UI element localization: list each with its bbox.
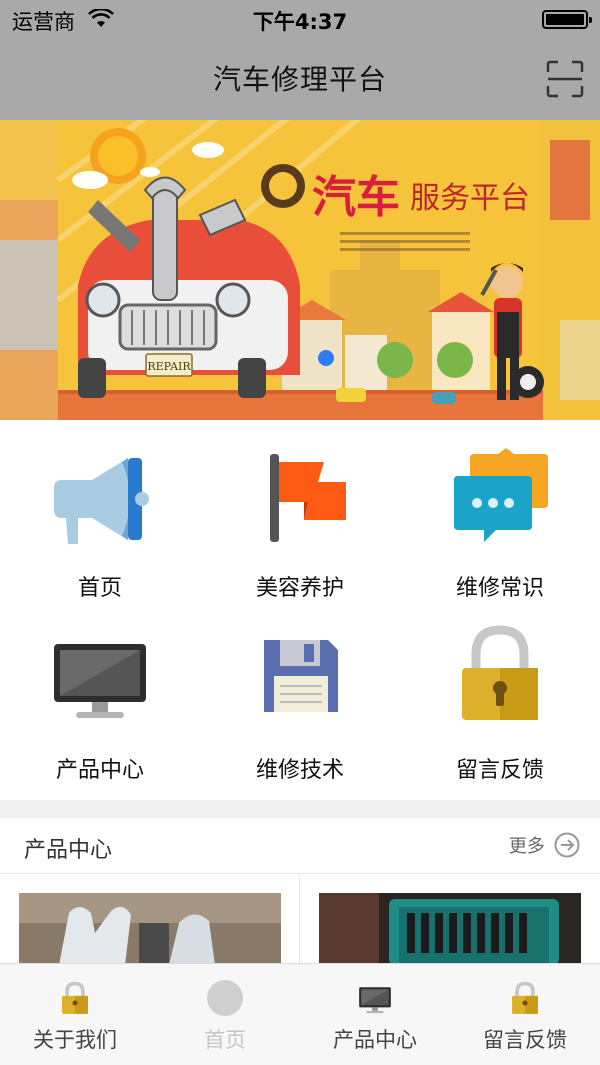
more-link[interactable]: 更多 bbox=[509, 832, 580, 860]
arrow-circle-right-icon bbox=[554, 832, 580, 858]
menu-label: 留言反馈 bbox=[455, 758, 544, 783]
menu-item-repair-tech[interactable]: 维修技术 bbox=[200, 610, 400, 800]
banner-carousel[interactable]: REPAIR 汽车 服务平台 bbox=[0, 120, 600, 420]
menu-item-feedback[interactable]: 留言反馈 bbox=[400, 610, 600, 800]
banner-brand-small: 服务平台 bbox=[410, 181, 530, 216]
product-image bbox=[319, 893, 581, 965]
banner-image: REPAIR 汽车 服务平台 bbox=[0, 120, 600, 420]
tab-label: 首页 bbox=[204, 1028, 246, 1052]
megaphone-icon bbox=[54, 458, 149, 544]
product-list bbox=[0, 875, 600, 965]
monitor-icon bbox=[359, 987, 391, 1014]
page-title: 汽车修理平台 bbox=[212, 63, 387, 96]
top-bar: 运营商 下午4:37 汽车修理平台 bbox=[0, 0, 600, 120]
menu-label: 美容养护 bbox=[255, 576, 344, 601]
tab-home[interactable]: 首页 bbox=[150, 964, 300, 1065]
flag-icon bbox=[270, 454, 346, 542]
menu-item-repair-knowledge[interactable]: 维修常识 bbox=[400, 420, 600, 610]
tab-label: 留言反馈 bbox=[483, 1028, 567, 1052]
tab-feedback[interactable]: 留言反馈 bbox=[450, 964, 600, 1065]
menu-item-beauty-care[interactable]: 美容养护 bbox=[200, 420, 400, 610]
carousel-page-dot bbox=[318, 350, 334, 366]
battery-icon bbox=[542, 10, 592, 29]
more-label: 更多 bbox=[508, 836, 545, 857]
product-separator bbox=[299, 875, 300, 965]
banner-brand-big: 汽车 bbox=[312, 172, 400, 223]
menu-item-products[interactable]: 产品中心 bbox=[0, 610, 200, 800]
products-section-header: 产品中心 更多 bbox=[0, 818, 600, 874]
home-circle-icon bbox=[207, 980, 243, 1016]
bottom-tab-bar: 关于我们 首页 产品中心 留言反馈 bbox=[0, 963, 600, 1065]
chat-bubble-icon bbox=[454, 448, 548, 542]
product-card[interactable] bbox=[19, 893, 281, 965]
tab-about-us[interactable]: 关于我们 bbox=[0, 964, 150, 1065]
floppy-disk-icon bbox=[264, 640, 338, 712]
tab-label: 产品中心 bbox=[333, 1028, 417, 1052]
lock-icon bbox=[512, 981, 538, 1014]
menu-label: 维修常识 bbox=[455, 576, 544, 601]
quick-menu-grid: 首页 美容养护 维修常识 产品中心 维修技术 留言反馈 bbox=[0, 420, 600, 800]
product-image bbox=[19, 893, 281, 965]
menu-label: 首页 bbox=[77, 576, 122, 601]
banner-plate-text: REPAIR bbox=[147, 360, 191, 373]
lock-icon bbox=[62, 981, 88, 1014]
section-divider bbox=[0, 800, 600, 818]
status-bar: 运营商 下午4:37 bbox=[0, 0, 600, 40]
menu-label: 维修技术 bbox=[255, 758, 344, 783]
menu-item-home[interactable]: 首页 bbox=[0, 420, 200, 610]
product-card[interactable] bbox=[319, 893, 581, 965]
tab-products[interactable]: 产品中心 bbox=[300, 964, 450, 1065]
app-screen: 运营商 下午4:37 汽车修理平台 REPAIR 汽车 服务平台 首页 美容养护… bbox=[0, 0, 600, 1065]
tab-label: 关于我们 bbox=[33, 1028, 117, 1052]
lock-icon bbox=[462, 625, 538, 720]
monitor-icon bbox=[54, 644, 146, 718]
section-title: 产品中心 bbox=[24, 838, 113, 863]
menu-label: 产品中心 bbox=[55, 758, 144, 783]
status-time: 下午4:37 bbox=[252, 10, 348, 34]
scan-icon[interactable] bbox=[546, 60, 584, 98]
